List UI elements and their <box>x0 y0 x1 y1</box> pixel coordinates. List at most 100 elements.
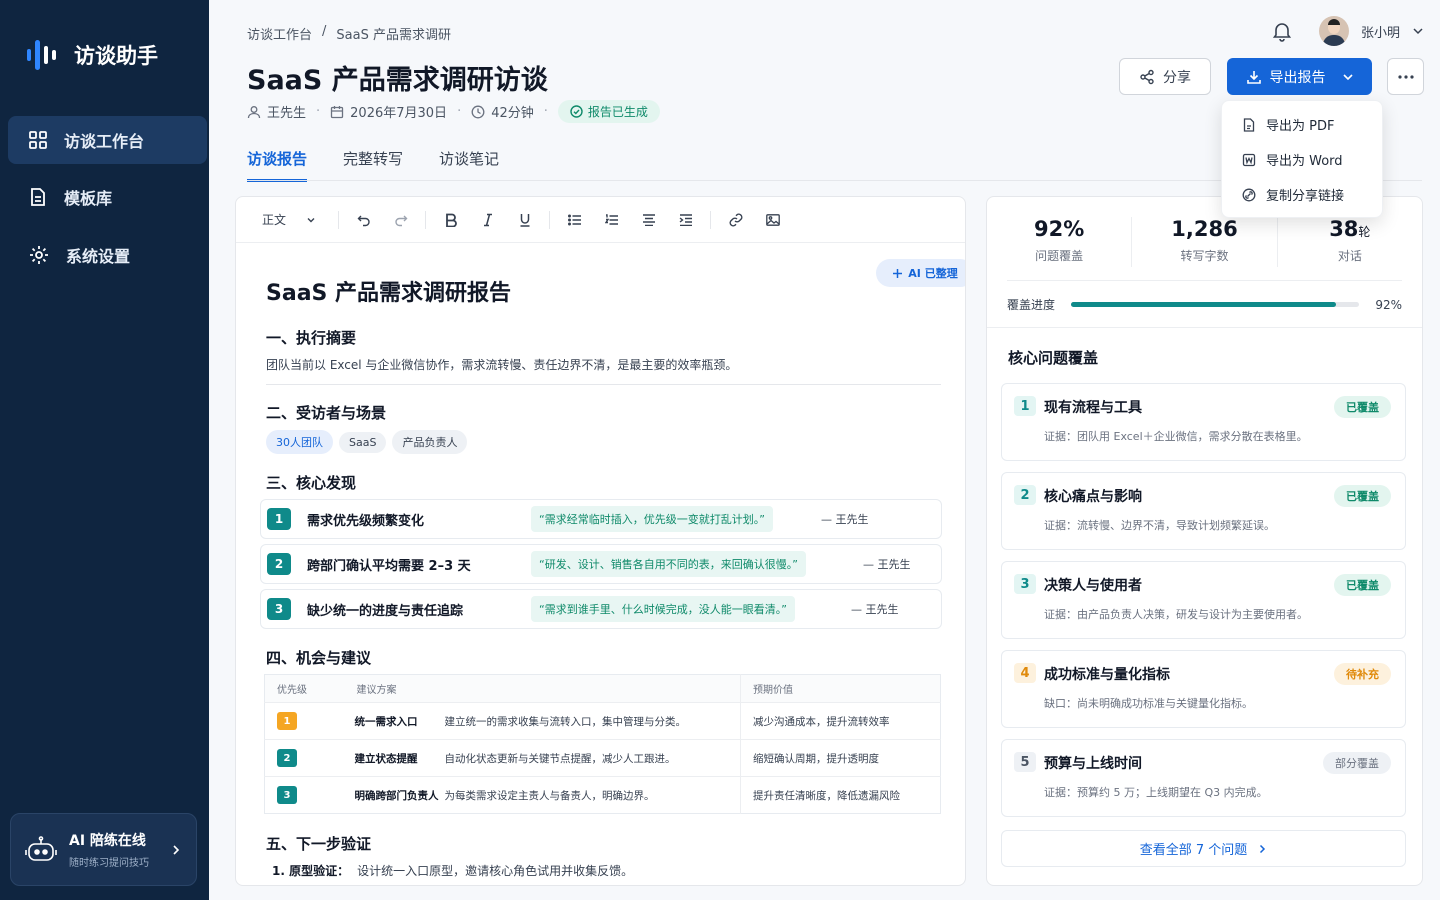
redo-button[interactable] <box>382 205 419 235</box>
underline-button[interactable] <box>506 205 543 235</box>
underline-icon <box>520 213 529 227</box>
align-button[interactable] <box>630 205 667 235</box>
report-tabs: 访谈报告 完整转写 访谈笔记 <box>247 148 499 182</box>
meta-person: 王先生 <box>247 102 306 121</box>
section-heading: 四、机会与建议 <box>266 649 372 667</box>
undo-button[interactable] <box>345 205 382 235</box>
check-circle-icon <box>570 105 583 118</box>
progress-fill <box>1071 302 1337 307</box>
coverage-panel: 92% 问题覆盖 1,286 转写字数 38轮 对话 覆盖进度 92% 核心问题… <box>986 196 1423 886</box>
clock-icon <box>471 105 485 118</box>
breadcrumb: 访谈工作台 / SaaS 产品需求调研 <box>247 24 451 43</box>
indent-icon <box>679 213 692 226</box>
menu-item-export-word[interactable]: 导出为 Word <box>1222 142 1382 177</box>
indent-button[interactable] <box>667 205 704 235</box>
sidebar-item-templates[interactable]: 模板库 <box>8 173 207 221</box>
finding-row[interactable]: 2 跨部门确认平均需要 2–3 天 “研发、设计、销售各自用不同的表，来回确认很… <box>260 544 942 584</box>
column-header: 预期价值 <box>740 674 941 703</box>
report-editor: 正文 SaaS 产品需求调研报告 AI 已整理 一、执行摘要 团队当前以 Exc… <box>235 196 966 886</box>
link-icon <box>729 213 742 226</box>
question-card[interactable]: 5 预算与上线时间 部分覆盖 证据：预算约 5 万；上线期望在 Q3 内完成。 <box>1001 739 1406 817</box>
question-card[interactable]: 2 核心痛点与影响 已覆盖 证据：流转慢、边界不清，导致计划频繁延误。 <box>1001 472 1406 550</box>
grid-icon <box>29 131 47 149</box>
status-badge: 已覆盖 <box>1334 485 1391 507</box>
export-menu: 导出为 PDF 导出为 Word 复制分享链接 <box>1221 100 1383 218</box>
more-options-button[interactable] <box>1387 58 1424 95</box>
finding-row[interactable]: 3 缺少统一的进度与责任追踪 “需求到谁手里、什么时候完成，没人能一眼看清。” … <box>260 589 942 629</box>
user-name[interactable]: 张小明 <box>1361 22 1400 41</box>
coverage-progress: 覆盖进度 92% <box>1007 297 1402 313</box>
user-area: 张小明 <box>1271 16 1424 46</box>
bold-button[interactable] <box>432 205 469 235</box>
avatar[interactable] <box>1318 16 1349 46</box>
document-icon <box>31 188 45 206</box>
editor-toolbar: 正文 <box>236 197 965 243</box>
export-report-button[interactable]: 导出报告 <box>1227 58 1372 95</box>
undo-icon <box>357 215 370 226</box>
ai-organized-tag[interactable]: AI 已整理 <box>876 259 965 287</box>
ai-coach-card[interactable]: AI 陪练在线 随时练习提问技巧 <box>10 813 197 886</box>
more-icon <box>1397 74 1414 79</box>
interview-meta: 王先生 · 2026年7月30日 · 42分钟 · 报告已生成 <box>247 100 660 123</box>
tag-chip: 30人团队 <box>266 430 333 454</box>
bullet-list-button[interactable] <box>556 205 593 235</box>
column-header: 建议方案 <box>344 674 741 703</box>
tag-chip: SaaS <box>339 432 387 453</box>
app-name: 访谈助手 <box>74 44 158 68</box>
align-center-icon <box>642 213 655 226</box>
finding-row[interactable]: 1 需求优先级频繁变化 “需求经常临时插入，优先级一变就打乱计划。” — 王先生 <box>260 499 942 539</box>
numbered-list-button[interactable] <box>593 205 630 235</box>
sidebar-item-workbench[interactable]: 访谈工作台 <box>8 116 207 164</box>
voice-wave-icon <box>27 40 56 70</box>
italic-button[interactable] <box>469 205 506 235</box>
app-logo[interactable]: 访谈助手 <box>26 38 158 72</box>
meta-date: 2026年7月30日 <box>330 102 447 121</box>
menu-item-copy-link[interactable]: 复制分享链接 <box>1222 177 1382 212</box>
tab-transcript[interactable]: 完整转写 <box>343 148 403 182</box>
sidebar-item-label: 系统设置 <box>66 247 131 266</box>
gear-icon <box>30 246 48 264</box>
summary-text: 团队当前以 Excel 与企业微信协作，需求流转慢、责任边界不清，是最主要的效率… <box>266 358 738 372</box>
page-title: SaaS 产品需求调研访谈 <box>247 65 548 96</box>
menu-item-export-pdf[interactable]: 导出为 PDF <box>1222 107 1382 142</box>
download-icon <box>1246 70 1261 84</box>
link-button[interactable] <box>717 205 754 235</box>
question-card[interactable]: 1 现有流程与工具 已覆盖 证据：团队用 Excel＋企业微信，需求分散在表格里… <box>1001 383 1406 461</box>
image-button[interactable] <box>754 205 791 235</box>
chevron-down-icon <box>1342 73 1353 80</box>
status-badge: 已覆盖 <box>1334 396 1391 418</box>
question-card[interactable]: 3 决策人与使用者 已覆盖 证据：由产品负责人决策，研发与设计为主要使用者。 <box>1001 561 1406 639</box>
share-button[interactable]: 分享 <box>1119 58 1211 95</box>
tab-notes[interactable]: 访谈笔记 <box>439 148 499 182</box>
table-row[interactable]: 2 建立状态提醒 自动化状态更新与关键节点提醒，减少人工跟进。 缩短确认周期，提… <box>264 739 941 777</box>
table-row[interactable]: 1 统一需求入口 建立统一的需求收集与流转入口，集中管理与分类。 减少沟通成本，… <box>264 702 941 740</box>
table-row[interactable]: 3 明确跨部门负责人 为每类需求设定主责人与备责人，明确边界。 提升责任清晰度，… <box>265 776 941 814</box>
breadcrumb-item-workbench[interactable]: 访谈工作台 <box>247 24 312 43</box>
report-title: SaaS 产品需求调研报告 <box>266 281 512 306</box>
status-badge: 待补充 <box>1334 663 1391 685</box>
image-icon <box>765 213 780 226</box>
recommendations-table: 优先级 建议方案 预期价值 1 统一需求入口 建立统一的需求收集与流转入口，集中… <box>264 674 941 814</box>
bell-icon[interactable] <box>1271 20 1293 42</box>
user-icon <box>247 105 261 118</box>
sidebar-item-settings[interactable]: 系统设置 <box>8 231 207 279</box>
view-all-questions-button[interactable]: 查看全部 7 个问题 <box>1001 830 1406 867</box>
pdf-file-icon <box>1243 117 1255 132</box>
text-style-select[interactable]: 正文 <box>262 211 332 228</box>
chevron-down-icon[interactable] <box>1412 25 1424 37</box>
link-icon <box>1242 188 1256 201</box>
sidebar-item-label: 访谈工作台 <box>64 132 145 151</box>
sidebar: 访谈助手 访谈工作台 模板库 系统设置 AI 陪练在线 随时练习提问技巧 <box>0 0 209 900</box>
breadcrumb-item-current: SaaS 产品需求调研 <box>336 28 451 43</box>
status-badge: 已覆盖 <box>1334 574 1391 596</box>
tag-chip: 产品负责人 <box>392 430 468 454</box>
bold-icon <box>445 213 457 227</box>
calendar-icon <box>331 105 344 118</box>
chevron-right-icon <box>173 844 180 855</box>
progress-bar <box>1071 302 1360 307</box>
tab-report[interactable]: 访谈报告 <box>247 148 308 182</box>
stat-rounds: 38轮 对话 <box>1329 217 1371 263</box>
panel-title: 核心问题覆盖 <box>1008 349 1099 367</box>
question-card[interactable]: 4 成功标准与量化指标 待补充 缺口：尚未明确成功标准与关键量化指标。 <box>1001 650 1406 728</box>
stat-word-count: 1,286 转写字数 <box>1132 217 1278 267</box>
